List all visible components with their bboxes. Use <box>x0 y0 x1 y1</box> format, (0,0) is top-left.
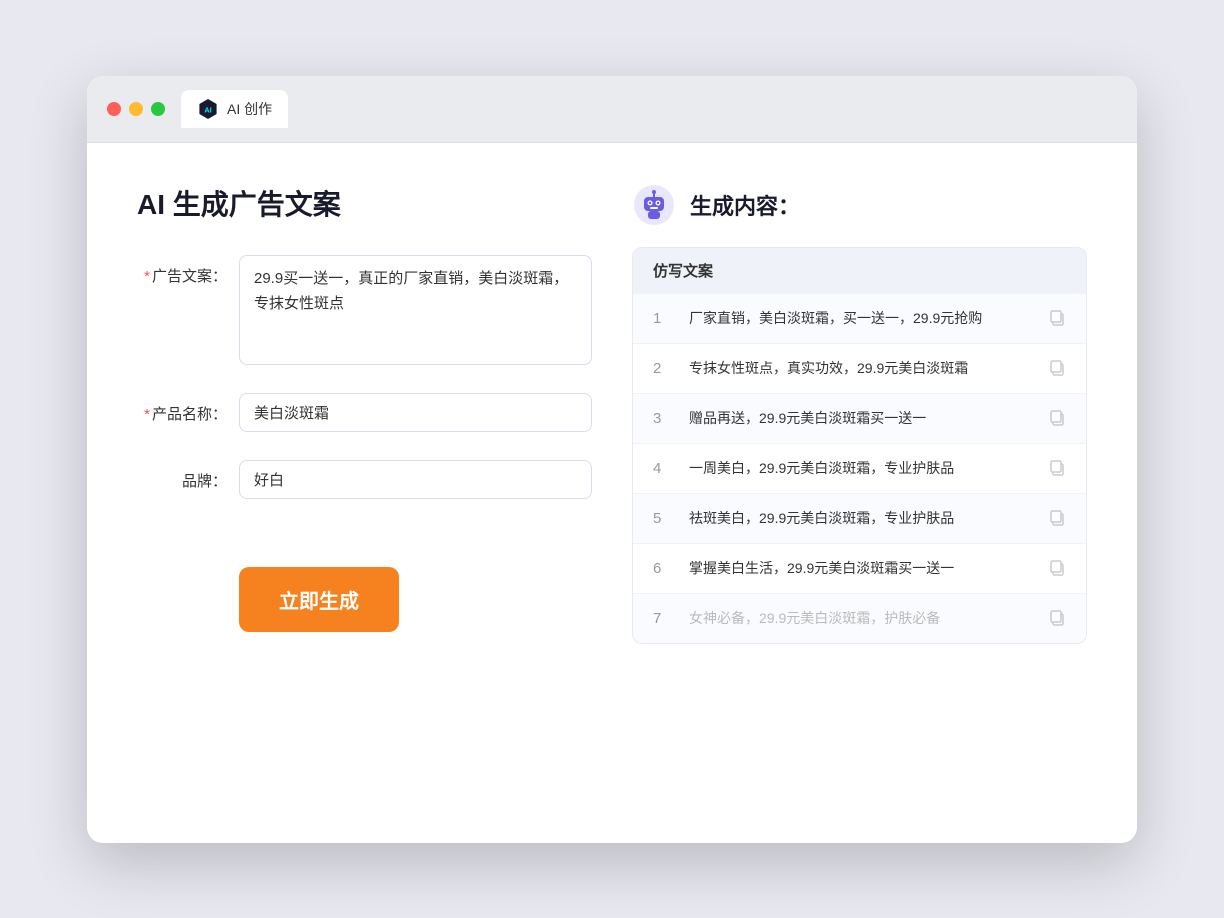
close-button[interactable] <box>107 102 121 116</box>
submit-button[interactable]: 立即生成 <box>239 567 399 632</box>
copy-icon[interactable] <box>1048 609 1066 627</box>
browser-window: AI AI 创作 AI 生成广告文案 *广告文案： 29.9买一送一，真正的厂家… <box>87 76 1137 843</box>
browser-tab[interactable]: AI AI 创作 <box>181 90 288 128</box>
row-text: 专抹女性斑点，真实功效，29.9元美白淡斑霜 <box>689 358 1032 379</box>
product-name-group: *产品名称： <box>137 393 592 432</box>
ad-copy-label: *广告文案： <box>137 255 227 286</box>
maximize-button[interactable] <box>151 102 165 116</box>
copy-icon[interactable] <box>1048 509 1066 527</box>
table-row: 3 赠品再送，29.9元美白淡斑霜买一送一 <box>633 393 1086 443</box>
row-text: 赠品再送，29.9元美白淡斑霜买一送一 <box>689 408 1032 429</box>
brand-input[interactable] <box>239 460 592 499</box>
left-panel: AI 生成广告文案 *广告文案： 29.9买一送一，真正的厂家直销，美白淡斑霜，… <box>137 183 592 803</box>
tab-title-text: AI 创作 <box>227 99 272 119</box>
ad-copy-group: *广告文案： 29.9买一送一，真正的厂家直销，美白淡斑霜，专抹女性斑点 <box>137 255 592 365</box>
result-title: 生成内容： <box>690 189 800 221</box>
browser-titlebar: AI AI 创作 <box>87 76 1137 143</box>
table-row: 4 一周美白，29.9元美白淡斑霜，专业护肤品 <box>633 443 1086 493</box>
row-number: 6 <box>653 560 673 577</box>
row-text: 女神必备，29.9元美白淡斑霜，护肤必备 <box>689 608 1032 629</box>
traffic-lights <box>107 102 165 116</box>
minimize-button[interactable] <box>129 102 143 116</box>
brand-label: 品牌： <box>137 460 227 491</box>
table-row: 2 专抹女性斑点，真实功效，29.9元美白淡斑霜 <box>633 343 1086 393</box>
row-number: 2 <box>653 360 673 377</box>
row-number: 5 <box>653 510 673 527</box>
row-text: 一周美白，29.9元美白淡斑霜，专业护肤品 <box>689 458 1032 479</box>
table-row: 5 祛斑美白，29.9元美白淡斑霜，专业护肤品 <box>633 493 1086 543</box>
ad-copy-textarea[interactable]: 29.9买一送一，真正的厂家直销，美白淡斑霜，专抹女性斑点 <box>239 255 592 365</box>
copy-icon[interactable] <box>1048 459 1066 477</box>
right-panel: 生成内容： 仿写文案 1 厂家直销，美白淡斑霜，买一送一，29.9元抢购 2 专… <box>632 183 1087 803</box>
row-number: 7 <box>653 610 673 627</box>
product-name-input[interactable] <box>239 393 592 432</box>
required-mark: * <box>144 268 150 285</box>
page-title: AI 生成广告文案 <box>137 183 592 223</box>
product-name-label: *产品名称： <box>137 393 227 424</box>
table-row: 7 女神必备，29.9元美白淡斑霜，护肤必备 <box>633 593 1086 643</box>
required-mark-2: * <box>144 406 150 423</box>
row-text: 掌握美白生活，29.9元美白淡斑霜买一送一 <box>689 558 1032 579</box>
row-number: 4 <box>653 460 673 477</box>
copy-icon[interactable] <box>1048 359 1066 377</box>
table-row: 6 掌握美白生活，29.9元美白淡斑霜买一送一 <box>633 543 1086 593</box>
svg-text:AI: AI <box>204 105 212 114</box>
table-row: 1 厂家直销，美白淡斑霜，买一送一，29.9元抢购 <box>633 293 1086 343</box>
brand-group: 品牌： <box>137 460 592 499</box>
copy-icon[interactable] <box>1048 309 1066 327</box>
row-text: 祛斑美白，29.9元美白淡斑霜，专业护肤品 <box>689 508 1032 529</box>
result-table: 仿写文案 1 厂家直销，美白淡斑霜，买一送一，29.9元抢购 2 专抹女性斑点，… <box>632 247 1087 644</box>
row-number: 1 <box>653 310 673 327</box>
copy-icon[interactable] <box>1048 409 1066 427</box>
row-number: 3 <box>653 410 673 427</box>
robot-icon <box>632 183 676 227</box>
browser-content: AI 生成广告文案 *广告文案： 29.9买一送一，真正的厂家直销，美白淡斑霜，… <box>87 143 1137 843</box>
row-text: 厂家直销，美白淡斑霜，买一送一，29.9元抢购 <box>689 308 1032 329</box>
table-header: 仿写文案 <box>633 248 1086 293</box>
ai-tab-icon: AI <box>197 98 219 120</box>
copy-icon[interactable] <box>1048 559 1066 577</box>
result-header: 生成内容： <box>632 183 1087 227</box>
